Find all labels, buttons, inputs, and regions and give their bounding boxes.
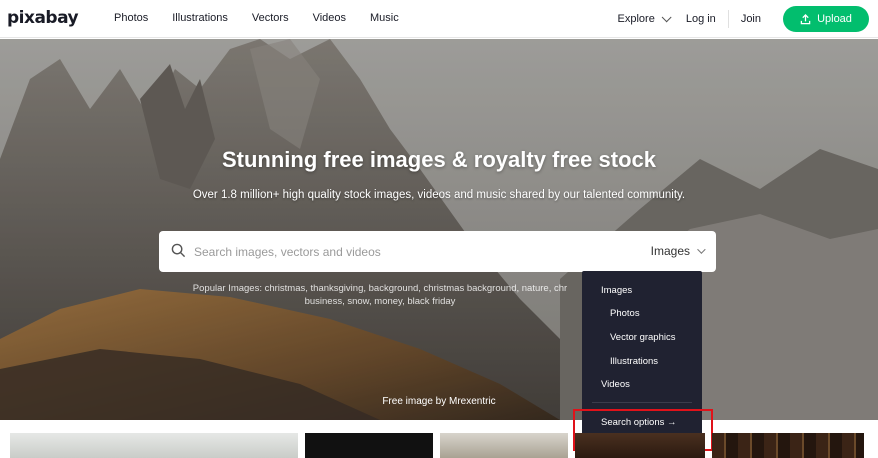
search-type-label: Images <box>650 244 690 258</box>
thumbnail-2[interactable] <box>305 433 433 458</box>
join-link[interactable]: Join <box>741 13 761 25</box>
search-icon[interactable] <box>171 243 186 258</box>
explore-menu[interactable]: Explore <box>617 11 672 25</box>
search-input[interactable] <box>194 242 614 262</box>
login-link[interactable]: Log in <box>686 13 716 25</box>
thumbnail-5[interactable] <box>712 433 864 458</box>
search-options-link[interactable]: Search options → <box>601 417 677 428</box>
upload-label: Upload <box>817 13 852 25</box>
image-credit[interactable]: Free image by Mrexentric <box>0 396 878 407</box>
top-header: pixabay Photos Illustrations Vectors Vid… <box>0 0 878 38</box>
header-actions: Explore Log in Join Upload <box>618 0 878 38</box>
main-nav: Photos Illustrations Vectors Videos Musi… <box>114 12 423 24</box>
upload-button[interactable]: Upload <box>783 6 869 32</box>
thumbnail-1[interactable] <box>10 433 298 458</box>
chevron-down-icon <box>697 245 706 254</box>
nav-music[interactable]: Music <box>370 12 399 24</box>
popular-images: Popular Images: christmas, thanksgiving,… <box>170 282 590 308</box>
dropdown-item-images[interactable]: Images <box>601 285 632 296</box>
thumbnail-4[interactable] <box>575 433 705 458</box>
dropdown-item-videos[interactable]: Videos <box>601 379 630 390</box>
upload-icon <box>800 13 811 24</box>
dropdown-item-photos[interactable]: Photos <box>610 308 640 319</box>
header-divider <box>727 10 729 28</box>
popular-tags-line2[interactable]: business, snow, money, black friday <box>170 295 590 308</box>
nav-videos[interactable]: Videos <box>313 12 346 24</box>
search-type-dropdown: Images Photos Vector graphics Illustrati… <box>582 271 702 439</box>
dropdown-divider <box>592 402 692 403</box>
pixabay-logo[interactable]: pixabay <box>7 8 79 28</box>
nav-illustrations[interactable]: Illustrations <box>172 12 228 24</box>
hero-background-image <box>0 39 878 420</box>
search-bar: Images <box>159 231 716 272</box>
hero-banner: Stunning free images & royalty free stoc… <box>0 39 878 420</box>
hero-subtitle: Over 1.8 million+ high quality stock ima… <box>192 189 686 201</box>
nav-photos[interactable]: Photos <box>114 12 148 24</box>
chevron-down-icon <box>661 11 672 22</box>
thumbnail-3[interactable] <box>440 433 568 458</box>
hero-title: Stunning free images & royalty free stoc… <box>221 147 657 172</box>
dropdown-item-illustrations[interactable]: Illustrations <box>610 356 658 367</box>
popular-tags-line1[interactable]: Popular Images: christmas, thanksgiving,… <box>170 282 590 295</box>
dropdown-item-vector-graphics[interactable]: Vector graphics <box>610 332 675 343</box>
explore-label: Explore <box>617 13 655 25</box>
nav-vectors[interactable]: Vectors <box>252 12 289 24</box>
search-type-select[interactable]: Images <box>650 244 706 258</box>
